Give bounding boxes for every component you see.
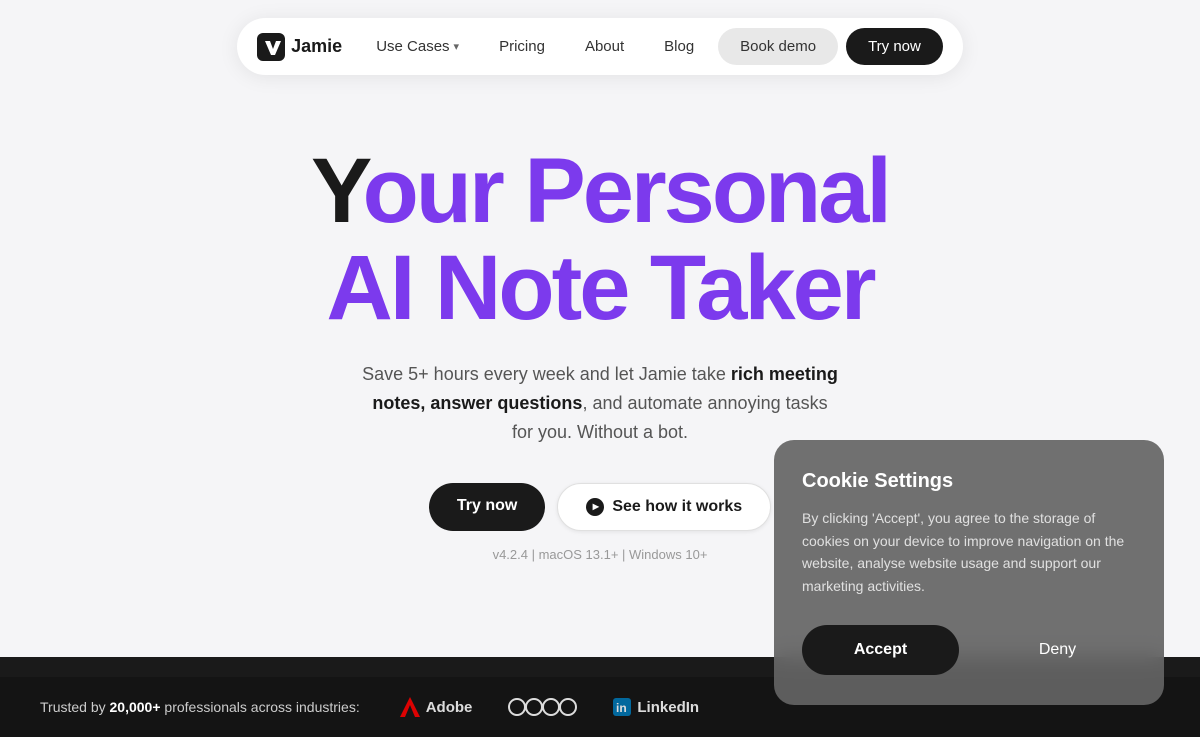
cookie-deny-button[interactable]: Deny bbox=[979, 625, 1136, 675]
navbar: Jamie Use Cases Pricing About Blog Book … bbox=[0, 0, 1200, 93]
cookie-accept-button[interactable]: Accept bbox=[802, 625, 959, 675]
book-demo-button[interactable]: Book demo bbox=[718, 28, 838, 65]
cookie-banner: Cookie Settings By clicking 'Accept', yo… bbox=[774, 440, 1164, 705]
hero-title: Your Personal AI Note Taker bbox=[311, 143, 889, 336]
trusted-text: Trusted by 20,000+ professionals across … bbox=[40, 699, 360, 715]
cookie-title: Cookie Settings bbox=[802, 470, 1136, 493]
nav-item-pricing[interactable]: Pricing bbox=[483, 30, 561, 63]
hero-see-how-button[interactable]: ▶ See how it works bbox=[557, 483, 771, 531]
cookie-buttons: Accept Deny bbox=[802, 625, 1136, 675]
logo[interactable]: Jamie bbox=[257, 33, 342, 61]
hero-subtitle: Save 5+ hours every week and let Jamie t… bbox=[360, 360, 840, 446]
try-now-nav-button[interactable]: Try now bbox=[846, 28, 943, 65]
svg-text:in: in bbox=[616, 701, 627, 715]
logo-text: Jamie bbox=[291, 36, 342, 57]
nav-item-about[interactable]: About bbox=[569, 30, 640, 63]
nav-item-use-cases[interactable]: Use Cases bbox=[360, 30, 475, 63]
linkedin-logo: in LinkedIn bbox=[613, 698, 699, 716]
hero-try-now-button[interactable]: Try now bbox=[429, 483, 545, 531]
trusted-logos: Adobe in LinkedIn bbox=[400, 697, 699, 717]
version-info: v4.2.4 | macOS 13.1+ | Windows 10+ bbox=[493, 547, 708, 562]
hero-cta-group: Try now ▶ See how it works bbox=[429, 483, 771, 531]
logo-icon bbox=[257, 33, 285, 61]
play-icon: ▶ bbox=[586, 498, 604, 516]
nav-item-blog[interactable]: Blog bbox=[648, 30, 710, 63]
adobe-logo: Adobe bbox=[400, 697, 473, 717]
cookie-body: By clicking 'Accept', you agree to the s… bbox=[802, 507, 1136, 597]
audi-logo bbox=[508, 698, 577, 716]
nav-inner: Jamie Use Cases Pricing About Blog Book … bbox=[237, 18, 963, 75]
